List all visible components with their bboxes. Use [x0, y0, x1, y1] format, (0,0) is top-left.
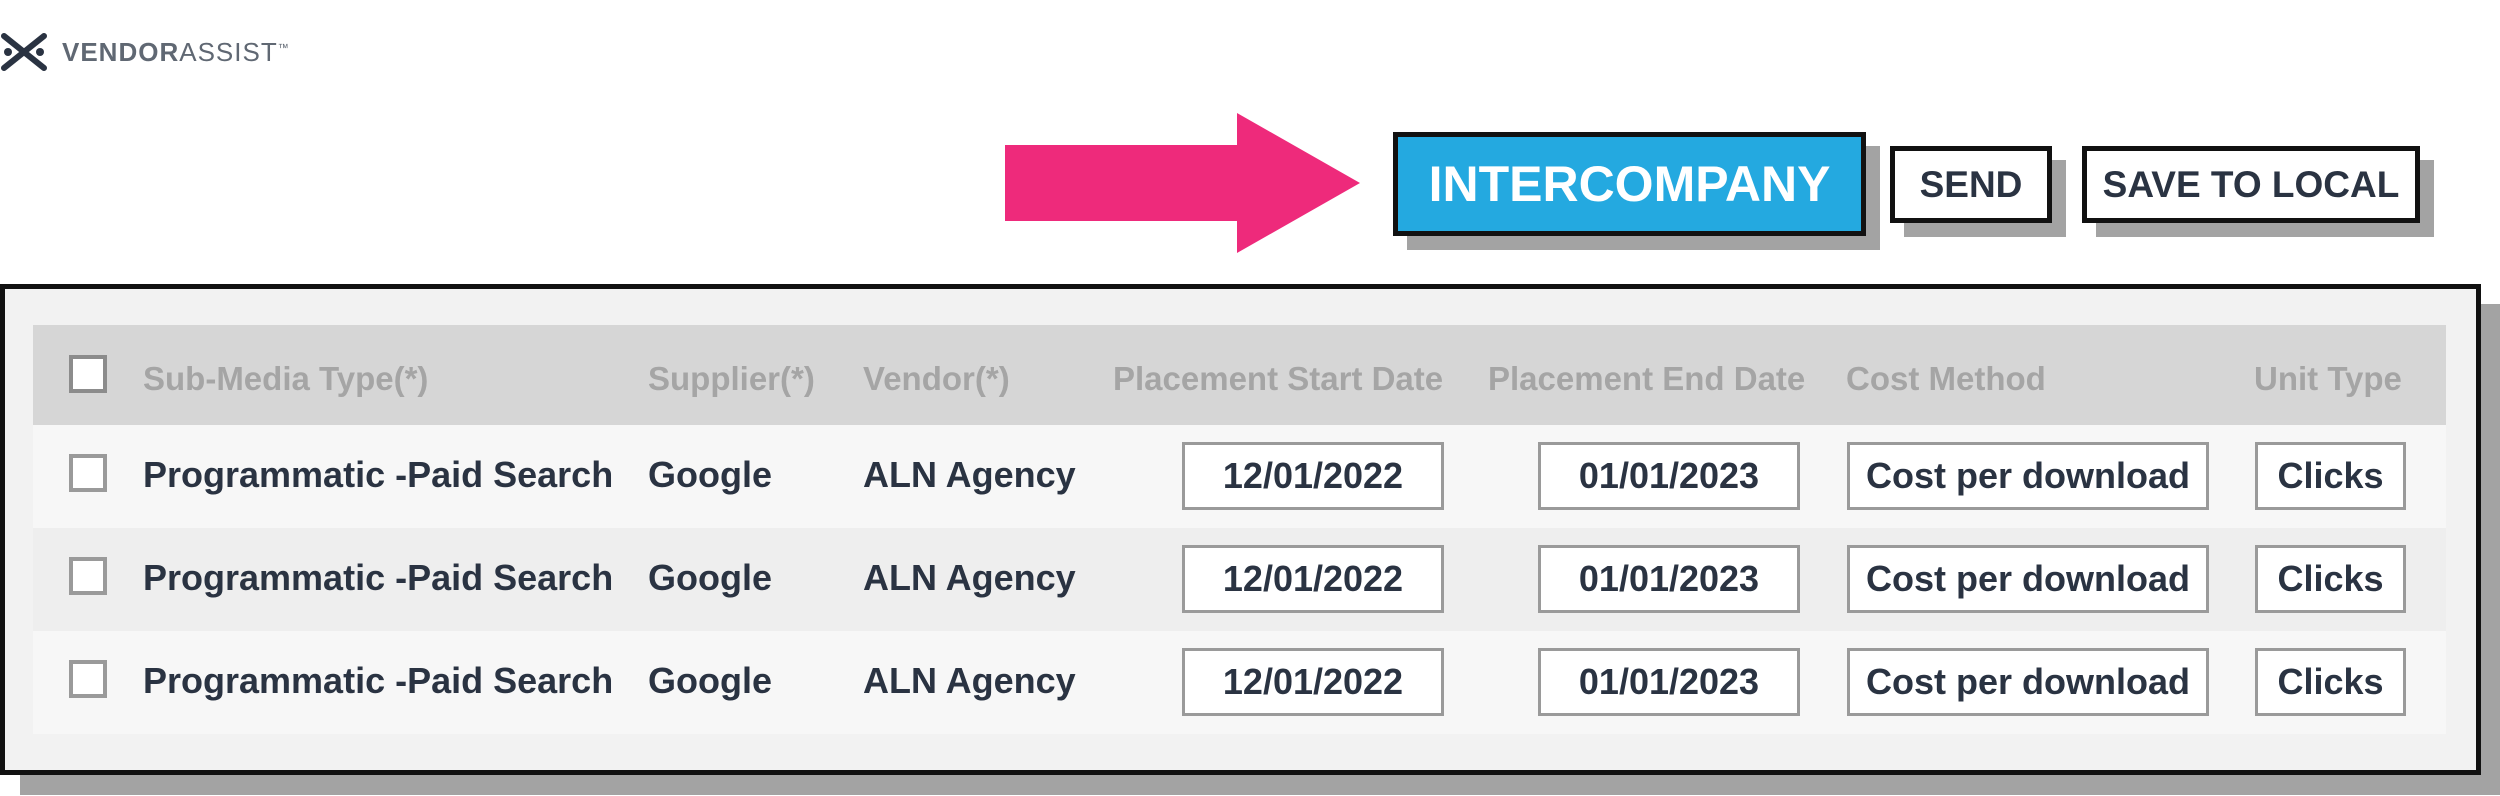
unit-type-field[interactable]: Clicks [2255, 442, 2406, 510]
sub-media-type-cell: Programmatic -Paid Search [143, 557, 614, 598]
supplier-cell: Google [648, 557, 772, 598]
placement-end-date-field[interactable]: 01/01/2023 [1538, 648, 1800, 716]
sub-media-type-cell: Programmatic -Paid Search [143, 454, 614, 495]
column-header-vendor: Vendor(*) [863, 360, 1010, 397]
send-button[interactable]: SEND [1890, 146, 2052, 223]
send-button-label: SEND [1919, 163, 2023, 205]
unit-type-field[interactable]: Clicks [2255, 545, 2406, 613]
placement-start-date-field[interactable]: 12/01/2022 [1182, 545, 1444, 613]
brand-wordmark: VENDORASSIST™ [62, 37, 290, 68]
supplier-cell: Google [648, 660, 772, 701]
column-header-sub-media-type: Sub-Media Type(*) [143, 360, 429, 397]
brand-logo: VENDORASSIST™ [0, 30, 290, 74]
sub-media-type-cell: Programmatic -Paid Search [143, 660, 614, 701]
placement-start-date-field[interactable]: 12/01/2022 [1182, 442, 1444, 510]
column-header-unit-type: Unit Type [2254, 360, 2402, 397]
placement-end-date-field[interactable]: 01/01/2023 [1538, 442, 1800, 510]
brand-trademark: ™ [277, 41, 290, 54]
column-header-placement-start-date: Placement Start Date [1113, 360, 1444, 397]
brand-name-rest: ASSIST [179, 36, 278, 67]
row-checkbox[interactable] [69, 557, 107, 595]
table-row: Programmatic -Paid Search Google ALN Age… [33, 631, 2446, 734]
cost-method-field[interactable]: Cost per download [1847, 442, 2209, 510]
intercompany-button[interactable]: INTERCOMPANY [1393, 132, 1866, 236]
vendorassist-logo-icon [1, 33, 47, 71]
pointer-arrow-icon [1005, 113, 1360, 253]
save-to-local-button-label: SAVE TO LOCAL [2102, 163, 2400, 205]
brand-name-bold: VENDOR [62, 36, 180, 67]
column-header-supplier: Supplier(*) [648, 360, 815, 397]
vendor-cell: ALN Agency [863, 454, 1076, 495]
column-header-cost-method: Cost Method [1846, 360, 2046, 397]
table-row: Programmatic -Paid Search Google ALN Age… [33, 425, 2446, 528]
save-to-local-button[interactable]: SAVE TO LOCAL [2082, 146, 2420, 223]
placement-start-date-field[interactable]: 12/01/2022 [1182, 648, 1444, 716]
cost-method-field[interactable]: Cost per download [1847, 648, 2209, 716]
intercompany-button-label: INTERCOMPANY [1428, 156, 1831, 212]
select-all-checkbox[interactable] [69, 355, 107, 393]
placement-end-date-field[interactable]: 01/01/2023 [1538, 545, 1800, 613]
column-header-placement-end-date: Placement End Date [1488, 360, 1806, 397]
vendor-cell: ALN Agency [863, 660, 1076, 701]
placements-table: Sub-Media Type(*) Supplier(*) Vendor(*) … [0, 284, 2481, 775]
table-row: Programmatic -Paid Search Google ALN Age… [33, 528, 2446, 631]
vendor-cell: ALN Agency [863, 557, 1076, 598]
cost-method-field[interactable]: Cost per download [1847, 545, 2209, 613]
table-header-row: Sub-Media Type(*) Supplier(*) Vendor(*) … [33, 325, 2446, 425]
row-checkbox[interactable] [69, 454, 107, 492]
unit-type-field[interactable]: Clicks [2255, 648, 2406, 716]
row-checkbox[interactable] [69, 660, 107, 698]
supplier-cell: Google [648, 454, 772, 495]
